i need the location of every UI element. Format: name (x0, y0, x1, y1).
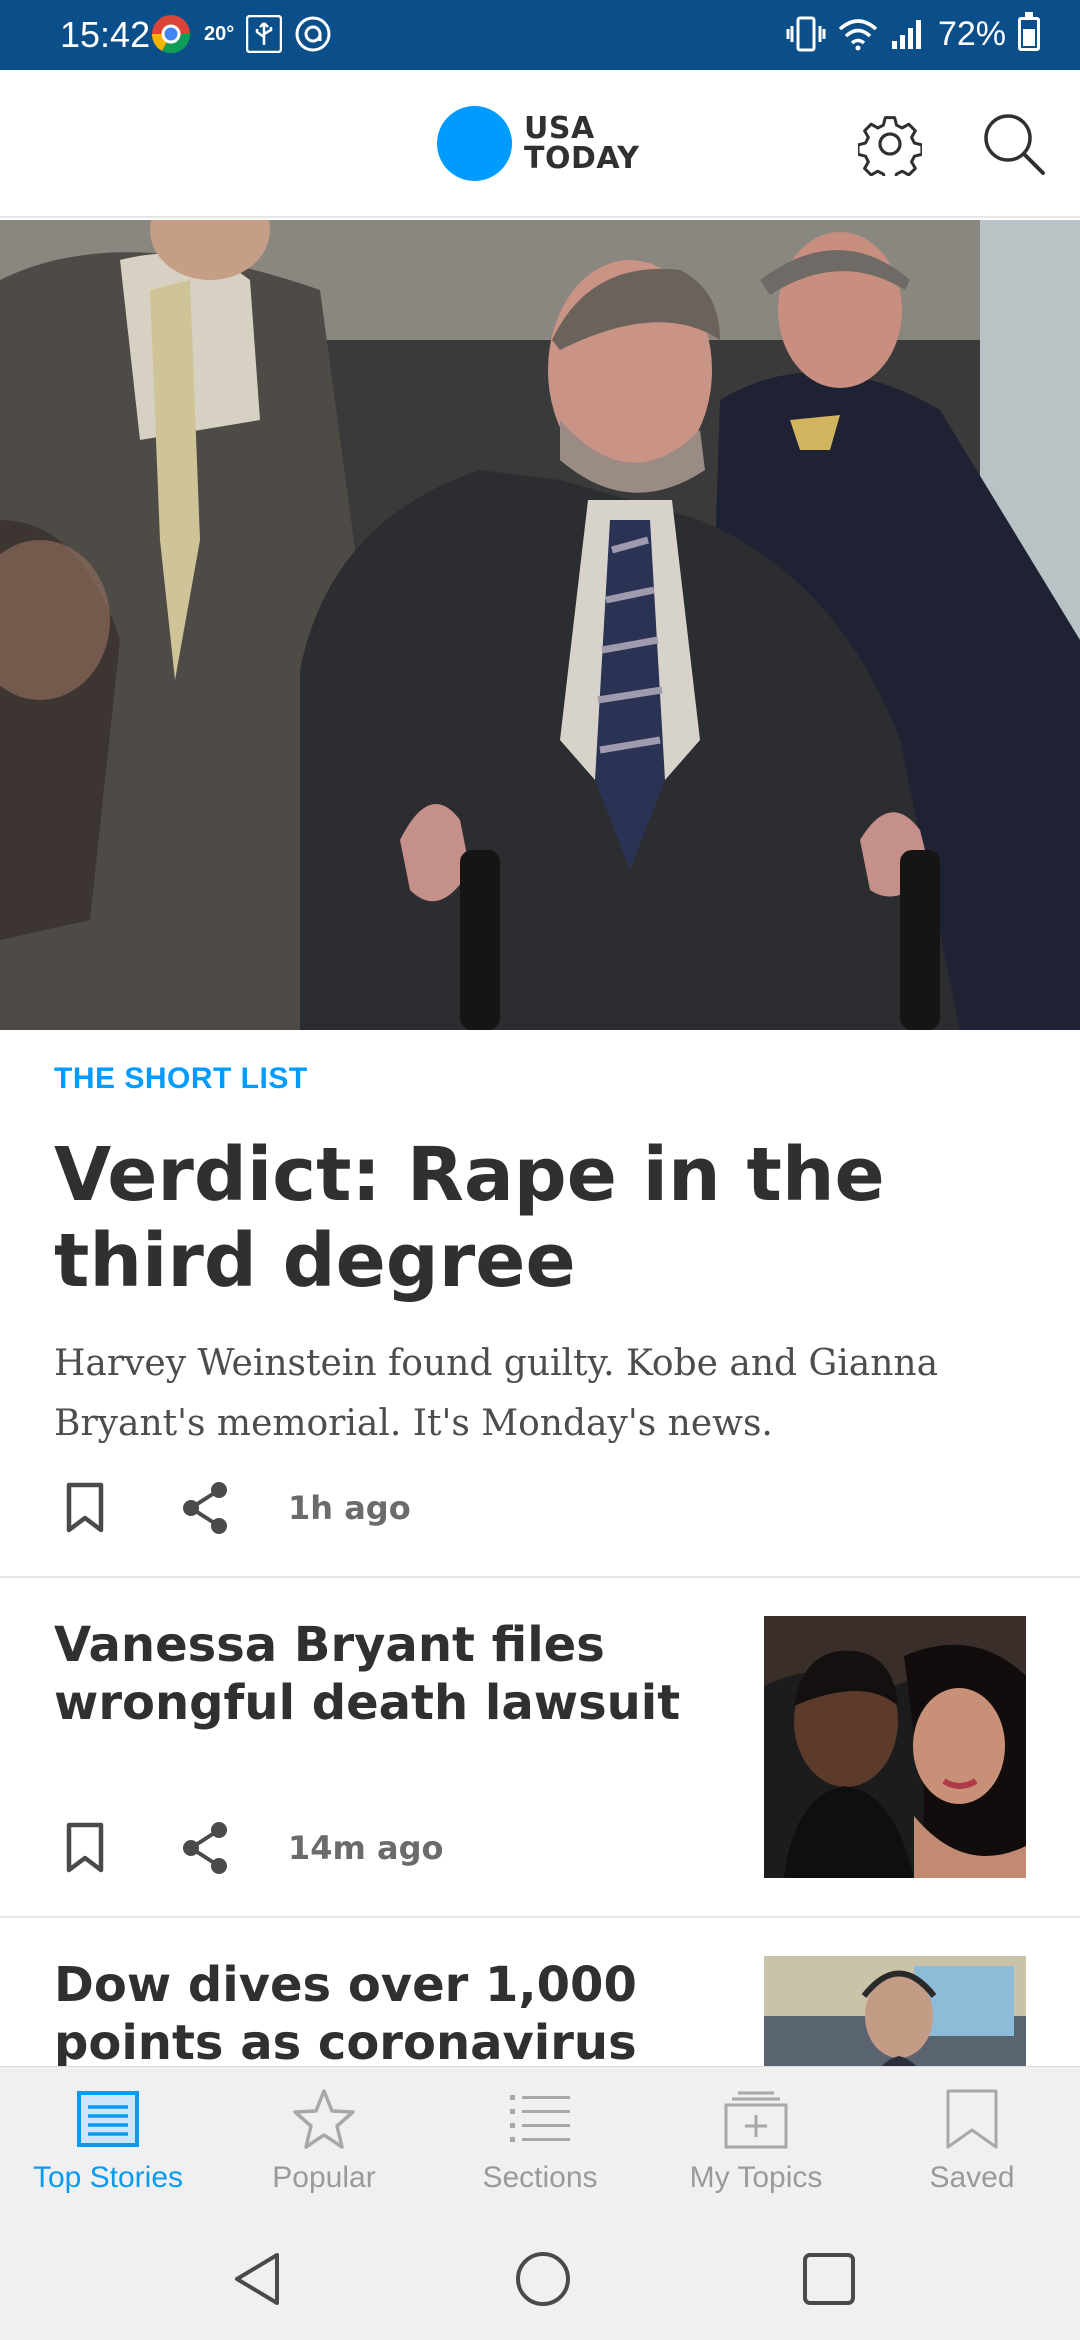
lead-photo (0, 220, 1080, 1030)
tab-sections[interactable]: Sections (432, 2067, 648, 2219)
tab-label: Top Stories (32, 2161, 184, 2194)
settings-button[interactable] (852, 106, 928, 182)
share-icon (183, 1482, 227, 1534)
share-button[interactable] (174, 1818, 236, 1878)
logo-text: USA TODAY (524, 110, 640, 176)
bookmark-icon (66, 1482, 104, 1533)
bookmark-button[interactable] (54, 1818, 116, 1878)
tab-saved[interactable]: Saved (864, 2067, 1080, 2219)
newspaper-icon (73, 2087, 143, 2151)
tab-label: Saved (929, 2161, 1015, 2194)
tab-label: My Topics (689, 2161, 823, 2194)
star-icon (289, 2087, 359, 2151)
add-topic-icon (721, 2087, 791, 2151)
back-icon (235, 2253, 279, 2305)
search-button[interactable] (976, 106, 1052, 182)
gear-icon (858, 116, 922, 176)
recents-button[interactable] (794, 2246, 864, 2312)
system-navigation-bar (0, 2218, 1080, 2340)
status-left-icons: 20° (150, 14, 332, 54)
recents-icon (803, 2253, 855, 2305)
bottom-navigation: Top Stories Popular Sections My Topics S… (0, 2066, 1080, 2218)
tab-label: Popular (272, 2161, 376, 2194)
vpn-icon (295, 16, 331, 52)
divider (0, 1576, 1080, 1578)
lead-story-title[interactable]: Verdict: Rape in the third degree (54, 1132, 1034, 1304)
bookmark-button[interactable] (54, 1478, 116, 1538)
lead-story-summary[interactable]: Harvey Weinstein found guilty. Kobe and … (54, 1334, 1034, 1454)
story-title[interactable]: Vanessa Bryant files wrongful death laws… (54, 1616, 744, 1732)
back-button[interactable] (222, 2246, 292, 2312)
tab-my-topics[interactable]: My Topics (648, 2067, 864, 2219)
story-actions: 14m ago (54, 1818, 444, 1878)
battery-percent: 72% (937, 14, 1006, 53)
lead-story-actions: 1h ago (54, 1478, 411, 1538)
usa-today-logo[interactable]: USA TODAY (437, 106, 639, 181)
chrome-icon (151, 15, 191, 54)
story-time: 14m ago (288, 1829, 444, 1867)
status-bar: 15:42 20° 72% (0, 0, 1080, 70)
tab-top-stories[interactable]: Top Stories (0, 2067, 216, 2219)
vibrate-icon (786, 16, 826, 52)
bookmark-icon (937, 2087, 1007, 2151)
divider (0, 1916, 1080, 1918)
search-icon (984, 114, 1045, 175)
share-icon (183, 1822, 227, 1874)
lead-story-image[interactable] (0, 220, 1080, 1030)
status-time: 15:42 (60, 14, 151, 55)
status-right-icons: 72% (786, 12, 1040, 56)
usb-icon (246, 15, 283, 53)
story-photo (764, 1616, 1026, 1878)
logo-dot (437, 106, 512, 181)
app-header: USA TODAY (0, 70, 1080, 218)
logo-text-line2: TODAY (524, 140, 640, 176)
wifi-icon (838, 19, 878, 51)
signal-icon (891, 20, 921, 49)
lead-story-kicker[interactable]: THE SHORT LIST (54, 1062, 308, 1096)
story-photo (764, 1956, 1026, 2066)
share-button[interactable] (174, 1478, 236, 1538)
story-thumbnail[interactable] (764, 1616, 1026, 1878)
status-temperature: 20° (204, 22, 235, 45)
tab-popular[interactable]: Popular (216, 2067, 432, 2219)
logo-text-line1: USA (524, 110, 595, 146)
home-icon (516, 2252, 570, 2306)
lead-story-time: 1h ago (288, 1489, 411, 1527)
list-icon (505, 2087, 575, 2151)
home-button[interactable] (508, 2246, 578, 2312)
bookmark-icon (66, 1822, 104, 1873)
tab-label: Sections (482, 2161, 598, 2194)
story-thumbnail[interactable] (764, 1956, 1026, 2066)
battery-icon (1018, 12, 1040, 51)
